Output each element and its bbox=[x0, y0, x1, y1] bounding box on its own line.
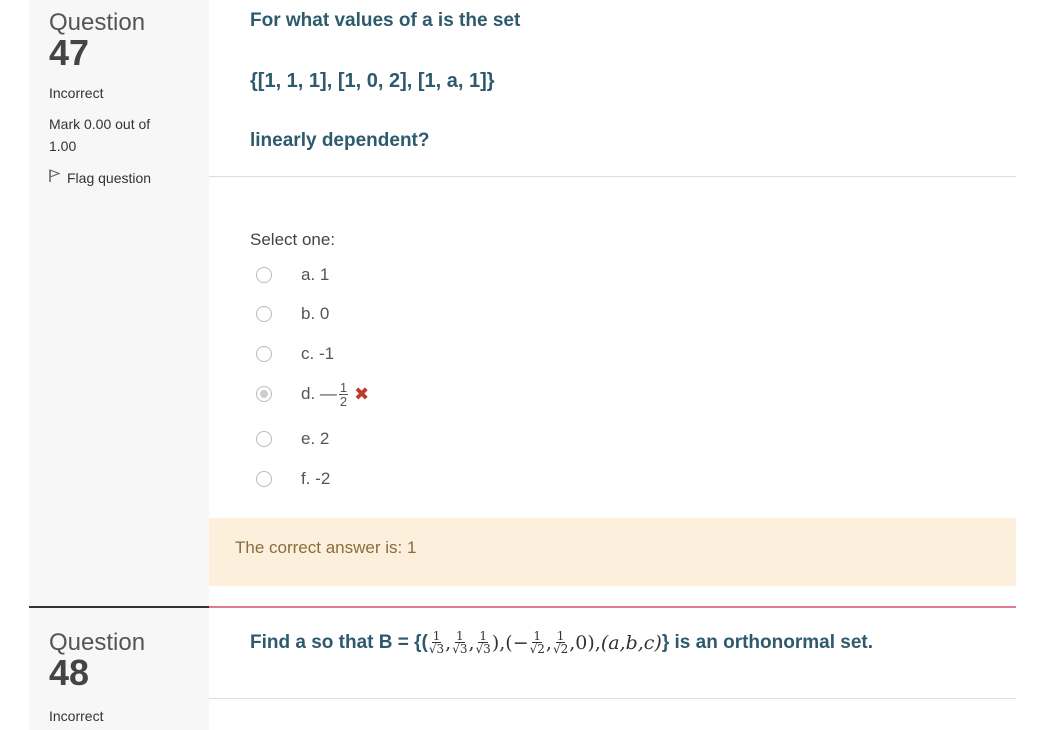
math-zero: 0 bbox=[575, 631, 588, 654]
answer-option-c[interactable]: c. -1 bbox=[256, 342, 334, 366]
math-fraction: 1 √2 bbox=[530, 630, 545, 655]
fraction: 1 2 bbox=[338, 379, 349, 409]
grade-line1: Mark 0.00 out of bbox=[49, 116, 151, 132]
math-abc: (a,b,c) bbox=[600, 631, 662, 654]
math-fraction: 1 √3 bbox=[429, 630, 444, 655]
question-48-text: Find a so that B = {( 1 √3, 1 √3, 1 √3),(− … bbox=[250, 630, 873, 655]
option-label: e. 2 bbox=[301, 429, 330, 448]
radio-button[interactable] bbox=[256, 431, 272, 447]
question-text-line1: For what values of a is the set bbox=[250, 10, 521, 31]
question-text-divider bbox=[209, 176, 1016, 177]
question-state: Incorrect bbox=[49, 708, 104, 724]
question-text-suffix: } is an orthonormal set. bbox=[661, 631, 874, 653]
question-info-panel-48: Question 48 Incorrect bbox=[29, 608, 209, 730]
math-den: √3 bbox=[452, 642, 468, 656]
question-separator-right bbox=[209, 606, 1016, 608]
flag-question-label: Flag question bbox=[67, 169, 152, 186]
math-den: √3 bbox=[428, 642, 445, 656]
fraction-denominator: 2 bbox=[339, 393, 348, 409]
flag-icon bbox=[49, 169, 61, 186]
radio-button-selected[interactable] bbox=[256, 386, 272, 402]
question-number: 47 bbox=[49, 32, 90, 73]
answer-option-b[interactable]: b. 0 bbox=[256, 302, 329, 326]
math-fraction: 1 √2 bbox=[553, 630, 568, 655]
answer-option-a[interactable]: a. 1 bbox=[256, 263, 329, 287]
radio-button[interactable] bbox=[256, 471, 272, 487]
question-text-prefix: Find a so that B = {( bbox=[250, 631, 428, 653]
math-fraction: 1 √3 bbox=[452, 630, 467, 655]
answer-option-f[interactable]: f. -2 bbox=[256, 467, 330, 491]
correct-answer-feedback: The correct answer is: 1 bbox=[209, 518, 1016, 586]
option-label: b. 0 bbox=[301, 304, 330, 323]
flag-question-button[interactable]: Flag question bbox=[49, 169, 209, 186]
math-fraction: 1 √3 bbox=[476, 630, 491, 655]
feedback-text: The correct answer is: 1 bbox=[235, 538, 417, 557]
option-label: d. — bbox=[301, 384, 337, 403]
question-info-panel: Question 47 Incorrect Mark 0.00 out of 1… bbox=[29, 0, 209, 606]
option-label: a. 1 bbox=[301, 265, 330, 284]
math-expression: 1 √3, 1 √3, 1 √3),(− 1 √2, 1 √2, 0), (a,b,c) bbox=[428, 629, 662, 656]
option-label: c. -1 bbox=[301, 344, 335, 363]
incorrect-icon: ✖ bbox=[354, 383, 370, 404]
radio-button[interactable] bbox=[256, 306, 272, 322]
math-den: √3 bbox=[475, 642, 491, 656]
question-text-line3: linearly dependent? bbox=[250, 130, 430, 151]
radio-button[interactable] bbox=[256, 267, 272, 283]
answer-option-d[interactable]: d. — 1 2 ✖ bbox=[256, 381, 369, 408]
option-label-d: d. — 1 2 ✖ bbox=[301, 381, 369, 408]
math-den: √2 bbox=[529, 642, 545, 656]
radio-button[interactable] bbox=[256, 346, 272, 362]
fraction-numerator: 1 bbox=[338, 379, 349, 395]
option-label: f. -2 bbox=[301, 469, 331, 488]
question-set-line: {[1, 1, 1], [1, 0, 2], [1, a, 1]} bbox=[250, 70, 495, 92]
question-48-divider bbox=[209, 698, 1016, 699]
grade-line2: 1.00 bbox=[49, 138, 77, 154]
question-state: Incorrect bbox=[49, 85, 104, 101]
question-number: 48 bbox=[49, 652, 90, 693]
answer-option-e[interactable]: e. 2 bbox=[256, 427, 329, 451]
select-one-prompt: Select one: bbox=[250, 230, 336, 249]
math-minus: − bbox=[512, 631, 529, 654]
math-den: √2 bbox=[552, 642, 569, 656]
